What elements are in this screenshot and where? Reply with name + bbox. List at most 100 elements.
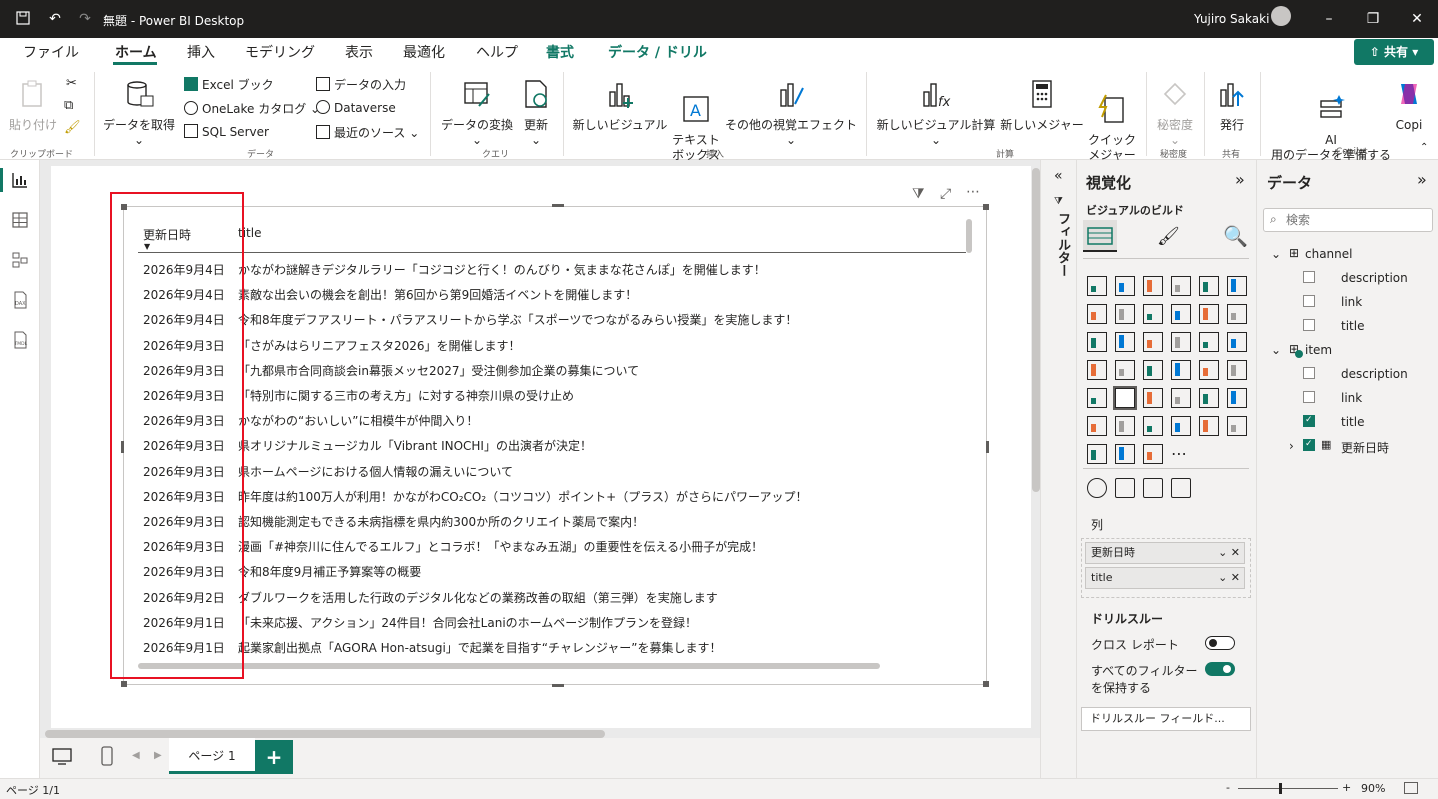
undo-icon[interactable]: ↶ bbox=[46, 10, 64, 28]
table-cell-title[interactable]: 「さがみはらリニアフェスタ2026」を開催します！ bbox=[238, 337, 521, 354]
more-options-icon[interactable]: ⋯ bbox=[966, 184, 980, 200]
add-page-button[interactable]: + bbox=[255, 740, 293, 774]
table-cell-title[interactable]: 県ホームページにおける個人情報の漏えいについて bbox=[238, 463, 513, 480]
field-checkbox-checked[interactable]: ✓ bbox=[1303, 439, 1315, 451]
model-view-icon[interactable] bbox=[10, 250, 30, 270]
field-item-link[interactable]: link bbox=[1341, 391, 1362, 405]
paginated-visual-icon[interactable] bbox=[1171, 416, 1191, 436]
field-checkbox-checked[interactable]: ✓ bbox=[1303, 415, 1315, 427]
table-vertical-scrollbar[interactable] bbox=[966, 219, 972, 253]
kpi-visual-icon[interactable] bbox=[1227, 360, 1247, 380]
paste-button[interactable]: 貼り付け bbox=[8, 78, 58, 133]
canvas-horizontal-scrollbar[interactable] bbox=[45, 730, 605, 738]
stacked-column-visual-icon[interactable] bbox=[1115, 276, 1135, 296]
100-bar-visual-icon[interactable] bbox=[1199, 276, 1219, 296]
100-column-visual-icon[interactable] bbox=[1227, 276, 1247, 296]
table-visual-icon[interactable] bbox=[1113, 386, 1137, 410]
recent-sources-button[interactable]: 最近のソース ⌄ bbox=[316, 124, 419, 141]
field-item-description[interactable]: description bbox=[1341, 367, 1408, 381]
field-channel-title[interactable]: title bbox=[1341, 319, 1364, 333]
line-visual-icon[interactable] bbox=[1087, 304, 1107, 324]
new-visual-calc-button[interactable]: fx 新しいビジュアル計算 ⌄ bbox=[874, 78, 998, 148]
custom-c-visual-icon[interactable] bbox=[1143, 478, 1163, 498]
format-visual-icon[interactable]: 🖌 bbox=[1157, 226, 1180, 247]
publish-button[interactable]: 発行 bbox=[1210, 78, 1254, 133]
waterfall-visual-icon[interactable] bbox=[1115, 332, 1135, 352]
refresh-button[interactable]: 更新 ⌄ bbox=[518, 78, 554, 148]
expand-item-icon[interactable]: ⌄ bbox=[1271, 343, 1281, 357]
field-checkbox[interactable] bbox=[1303, 295, 1315, 307]
pie-visual-icon[interactable] bbox=[1199, 332, 1219, 352]
tab-data-drill[interactable]: データ / ドリル bbox=[608, 42, 707, 62]
ribbon-visual-icon[interactable] bbox=[1087, 332, 1107, 352]
clustered-column-visual-icon[interactable] bbox=[1171, 276, 1191, 296]
table-cell-title[interactable]: 起業家創出拠点「AGORA Hon-atsugi」で起業を目指す“チャレンジャー… bbox=[238, 639, 722, 656]
resize-handle[interactable] bbox=[983, 204, 989, 210]
avatar[interactable] bbox=[1271, 6, 1291, 26]
sensitivity-button[interactable]: 秘密度 ⌄ bbox=[1152, 78, 1198, 148]
excel-button[interactable]: Excel ブック bbox=[184, 76, 274, 93]
expand-date-icon[interactable]: › bbox=[1289, 439, 1294, 453]
well-field-date[interactable]: 更新日時 ⌄ ✕ bbox=[1085, 542, 1245, 564]
cut-icon[interactable]: ✂ bbox=[66, 76, 77, 91]
new-visual-button[interactable]: 新しいビジュアル bbox=[570, 78, 670, 133]
zoom-slider[interactable] bbox=[1238, 788, 1338, 789]
report-view-icon[interactable] bbox=[10, 170, 30, 190]
table-cell-title[interactable]: 令和8年度デフアスリート・パラアスリートから学ぶ「スポーツでつながるみらい授業」… bbox=[238, 311, 797, 328]
next-page-icon[interactable]: ▶ bbox=[154, 750, 162, 761]
funnel-visual-icon[interactable] bbox=[1143, 332, 1163, 352]
maximize-icon[interactable]: ❐ bbox=[1364, 10, 1382, 28]
goals-visual-icon[interactable] bbox=[1143, 444, 1163, 464]
shape-map-visual-icon[interactable] bbox=[1115, 444, 1135, 464]
resize-handle[interactable] bbox=[983, 681, 989, 687]
focus-mode-icon[interactable]: ⤢ bbox=[940, 186, 951, 202]
donut-visual-icon[interactable] bbox=[1227, 332, 1247, 352]
build-tab[interactable] bbox=[1083, 220, 1117, 252]
custom-d-visual-icon[interactable] bbox=[1171, 478, 1191, 498]
new-measure-button[interactable]: 新しいメジャー bbox=[998, 78, 1086, 133]
analytics-icon[interactable]: 🔍 bbox=[1223, 224, 1248, 248]
filter-icon[interactable]: ⧩ bbox=[912, 186, 925, 202]
copilot-button[interactable]: Copi bbox=[1392, 78, 1426, 133]
table-channel[interactable]: channel bbox=[1305, 247, 1352, 261]
custom-b-visual-icon[interactable] bbox=[1115, 478, 1135, 498]
minimize-icon[interactable]: – bbox=[1320, 10, 1338, 28]
data-search-box[interactable]: ⌕ bbox=[1263, 208, 1433, 232]
treemap-visual-icon[interactable] bbox=[1087, 360, 1107, 380]
page-tab-1[interactable]: ページ 1 bbox=[169, 738, 255, 774]
resize-handle[interactable] bbox=[986, 441, 989, 453]
resize-handle[interactable] bbox=[552, 684, 564, 687]
field-checkbox[interactable] bbox=[1303, 271, 1315, 283]
tab-format[interactable]: 書式 bbox=[546, 42, 574, 62]
table-cell-title[interactable]: 「特別市に関する三市の考え方」に対する神奈川県の受け止め bbox=[238, 387, 574, 404]
zoom-out-button[interactable]: - bbox=[1226, 781, 1230, 794]
prev-page-icon[interactable]: ◀ bbox=[132, 750, 140, 761]
get-data-button[interactable]: データを取得 ⌄ bbox=[100, 78, 178, 148]
scatter-visual-icon[interactable] bbox=[1171, 332, 1191, 352]
close-icon[interactable]: ✕ bbox=[1408, 10, 1426, 28]
mobile-layout-icon[interactable] bbox=[100, 746, 114, 766]
table-cell-title[interactable]: 素敵な出会いの機会を創出！第6回から第9回婚活イベントを開催します！ bbox=[238, 286, 637, 303]
copy-icon[interactable]: ⧉ bbox=[64, 98, 73, 113]
resize-handle[interactable] bbox=[552, 204, 564, 207]
100-area-visual-icon[interactable] bbox=[1171, 304, 1191, 324]
table-cell-title[interactable]: ダブルワークを活用した行政のデジタル化などの業務改善の取組（第三弾）を実施します bbox=[238, 589, 718, 606]
field-checkbox[interactable] bbox=[1303, 319, 1315, 331]
table-horizontal-scrollbar[interactable] bbox=[138, 663, 880, 669]
stacked-area-visual-icon[interactable] bbox=[1143, 304, 1163, 324]
tab-insert[interactable]: 挿入 bbox=[187, 42, 215, 62]
expand-filters-icon[interactable]: « bbox=[1054, 168, 1063, 184]
sql-server-button[interactable]: SQL Server bbox=[184, 124, 269, 139]
azure-map-visual-icon[interactable] bbox=[1143, 360, 1163, 380]
format-painter-icon[interactable]: 🖌 bbox=[64, 120, 81, 135]
key-influencers-visual-icon[interactable] bbox=[1227, 388, 1247, 408]
cross-report-toggle[interactable] bbox=[1205, 636, 1235, 650]
gauge-visual-icon[interactable] bbox=[1171, 360, 1191, 380]
table-item[interactable]: item bbox=[1305, 343, 1332, 357]
filter-pane-collapsed[interactable]: « ⧩ フィルター bbox=[1040, 160, 1076, 778]
user-name[interactable]: Yujiro Sakaki bbox=[1194, 12, 1269, 26]
well-field-title[interactable]: title ⌄ ✕ bbox=[1085, 567, 1245, 589]
r-visual-visual-icon[interactable] bbox=[1171, 388, 1191, 408]
tab-home[interactable]: ホーム bbox=[115, 42, 157, 62]
table-visual[interactable]: 更新日時 ▼ title 2026年9月4日 かながわ謎解きデジタルラリー「コジコ… bbox=[121, 204, 989, 687]
